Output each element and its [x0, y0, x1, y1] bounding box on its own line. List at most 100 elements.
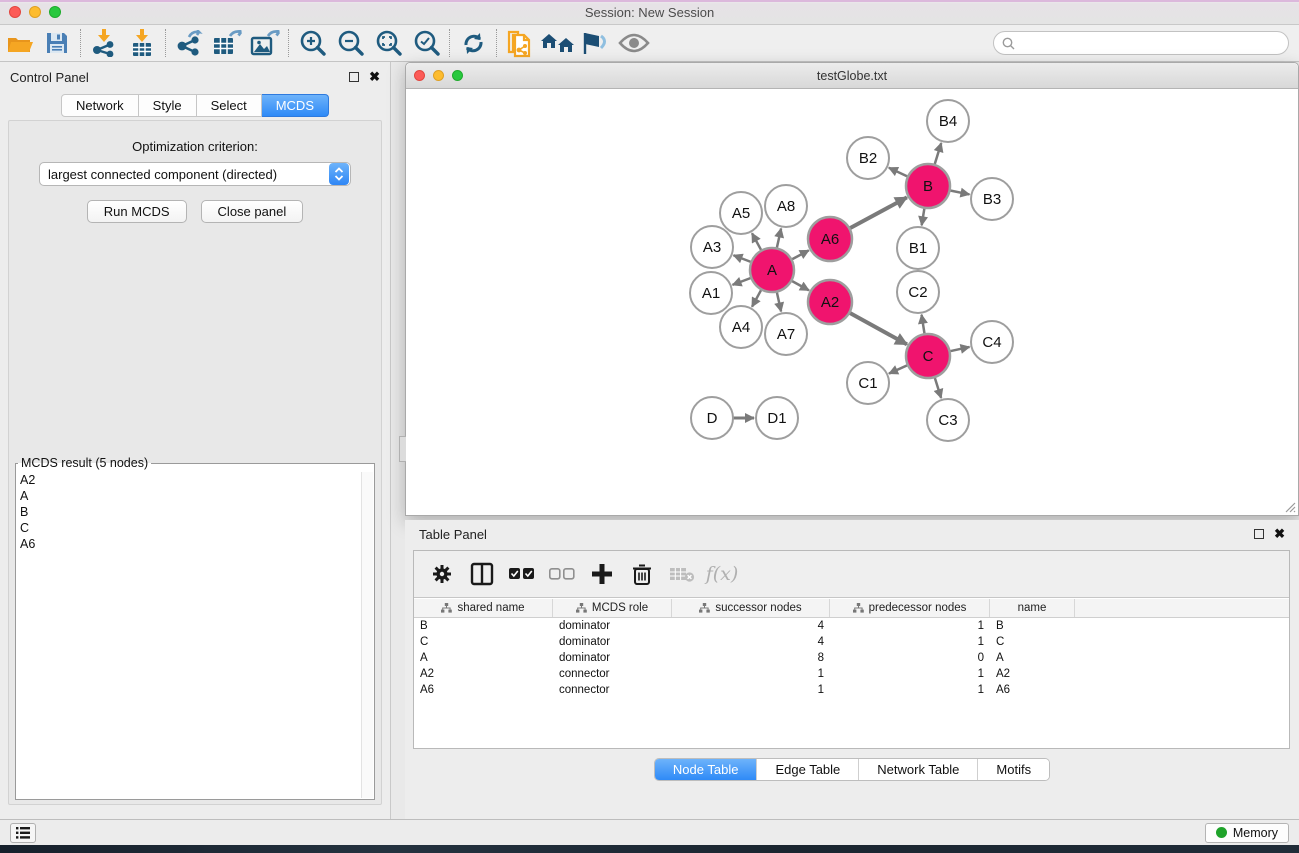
cell-MCDS-role[interactable]: connector [553, 682, 672, 698]
edge-A2-C[interactable] [849, 313, 907, 345]
result-scrollbar[interactable] [361, 472, 373, 798]
network-graph[interactable]: B4B2BB3B1C2A5A8A6A3AA1A2A4A7CC1C4C3DD1 [407, 90, 1297, 514]
node-A7[interactable]: A7 [765, 313, 807, 355]
cell-shared-name[interactable]: B [414, 618, 553, 634]
node-A2[interactable]: A2 [808, 280, 852, 324]
node-C[interactable]: C [906, 334, 950, 378]
zoom-selected-button[interactable] [407, 27, 445, 59]
table-row[interactable]: Bdominator41B [414, 618, 1289, 634]
cell-MCDS-role[interactable]: dominator [553, 650, 672, 666]
column-header-shared-name[interactable]: shared name [414, 599, 553, 617]
create-new-column-button[interactable] [584, 556, 620, 592]
edge-B-B4[interactable] [934, 143, 941, 165]
node-B2[interactable]: B2 [847, 137, 889, 179]
edge-A-A5[interactable] [752, 233, 762, 250]
cell-shared-name[interactable]: A2 [414, 666, 553, 682]
search-field[interactable] [993, 31, 1289, 55]
tab-node-table[interactable]: Node Table [655, 759, 757, 780]
resize-grip-icon[interactable] [1282, 499, 1296, 513]
tab-network[interactable]: Network [61, 94, 139, 117]
close-table-panel-icon[interactable]: ✖ [1274, 529, 1285, 539]
edge-A-A8[interactable] [777, 228, 781, 248]
edge-C-C2[interactable] [922, 315, 925, 335]
cell-MCDS-role[interactable]: connector [553, 666, 672, 682]
column-header-predecessor-nodes[interactable]: predecessor nodes [830, 599, 990, 617]
mcds-result-item[interactable]: A2 [17, 472, 361, 488]
edge-B-B3[interactable] [950, 190, 970, 194]
network-window-titlebar[interactable]: testGlobe.txt [406, 63, 1298, 89]
show-graphics-details-button[interactable] [615, 27, 653, 59]
cell-predecessor-nodes[interactable]: 1 [830, 634, 990, 650]
node-B[interactable]: B [906, 164, 950, 208]
node-C3[interactable]: C3 [927, 399, 969, 441]
optimization-criterion-select[interactable]: largest connected component (directed) [39, 162, 351, 186]
cell-successor-nodes[interactable]: 1 [672, 682, 830, 698]
delete-table-button[interactable] [664, 556, 700, 592]
cell-name[interactable]: A2 [990, 666, 1075, 682]
edge-A-A6[interactable] [791, 250, 808, 259]
node-D[interactable]: D [691, 397, 733, 439]
cell-predecessor-nodes[interactable]: 1 [830, 682, 990, 698]
node-D1[interactable]: D1 [756, 397, 798, 439]
apply-layout-button[interactable] [454, 27, 492, 59]
edge-A6-B[interactable] [849, 197, 907, 228]
tab-motifs[interactable]: Motifs [977, 759, 1049, 780]
show-task-history-button[interactable] [10, 823, 36, 843]
cell-shared-name[interactable]: A6 [414, 682, 553, 698]
export-table-button[interactable] [208, 27, 246, 59]
cell-MCDS-role[interactable]: dominator [553, 618, 672, 634]
cell-successor-nodes[interactable]: 4 [672, 634, 830, 650]
mcds-result-item[interactable]: A [17, 488, 361, 504]
cell-shared-name[interactable]: C [414, 634, 553, 650]
column-header-successor-nodes[interactable]: successor nodes [672, 599, 830, 617]
node-A1[interactable]: A1 [690, 272, 732, 314]
node-A3[interactable]: A3 [691, 226, 733, 268]
node-B3[interactable]: B3 [971, 178, 1013, 220]
export-image-button[interactable] [246, 27, 284, 59]
edge-B-B2[interactable] [889, 168, 908, 177]
table-row[interactable]: Cdominator41C [414, 634, 1289, 650]
unselect-all-columns-button[interactable] [544, 556, 580, 592]
open-session-button[interactable] [0, 27, 38, 59]
new-network-from-selection-button[interactable] [501, 27, 539, 59]
cell-name[interactable]: B [990, 618, 1075, 634]
select-all-columns-button[interactable] [504, 556, 540, 592]
cell-name[interactable]: A6 [990, 682, 1075, 698]
table-row[interactable]: Adominator80A [414, 650, 1289, 666]
table-row[interactable]: A2connector11A2 [414, 666, 1289, 682]
cell-predecessor-nodes[interactable]: 1 [830, 666, 990, 682]
column-view-button[interactable] [464, 556, 500, 592]
cell-name[interactable]: C [990, 634, 1075, 650]
cell-shared-name[interactable]: A [414, 650, 553, 666]
table-row[interactable]: A6connector11A6 [414, 682, 1289, 698]
cell-successor-nodes[interactable]: 4 [672, 618, 830, 634]
cell-successor-nodes[interactable]: 8 [672, 650, 830, 666]
node-A4[interactable]: A4 [720, 306, 762, 348]
tab-edge-table[interactable]: Edge Table [756, 759, 858, 780]
import-network-button[interactable] [85, 27, 123, 59]
node-C1[interactable]: C1 [847, 362, 889, 404]
memory-button[interactable]: Memory [1205, 823, 1289, 843]
tab-select[interactable]: Select [197, 94, 262, 117]
zoom-fit-button[interactable] [369, 27, 407, 59]
panel-splitter-handle[interactable] [399, 436, 406, 462]
hide-selected-button[interactable] [577, 27, 615, 59]
float-panel-icon[interactable] [349, 72, 359, 82]
first-neighbors-button[interactable] [539, 27, 577, 59]
zoom-out-button[interactable] [331, 27, 369, 59]
table-options-button[interactable] [424, 556, 460, 592]
node-B1[interactable]: B1 [897, 227, 939, 269]
edge-C-C1[interactable] [889, 365, 908, 374]
node-table[interactable]: shared nameMCDS rolesuccessor nodesprede… [414, 599, 1289, 748]
node-B4[interactable]: B4 [927, 100, 969, 142]
close-panel-button[interactable]: Close panel [201, 200, 304, 223]
cell-name[interactable]: A [990, 650, 1075, 666]
edge-A-A7[interactable] [777, 291, 781, 311]
tab-mcds[interactable]: MCDS [262, 94, 329, 117]
edge-A-A3[interactable] [733, 255, 751, 262]
edge-A-A2[interactable] [791, 281, 809, 291]
column-header-name[interactable]: name [990, 599, 1075, 617]
node-A6[interactable]: A6 [808, 217, 852, 261]
node-C4[interactable]: C4 [971, 321, 1013, 363]
mcds-result-list[interactable]: A2ABCA6 [17, 472, 361, 798]
